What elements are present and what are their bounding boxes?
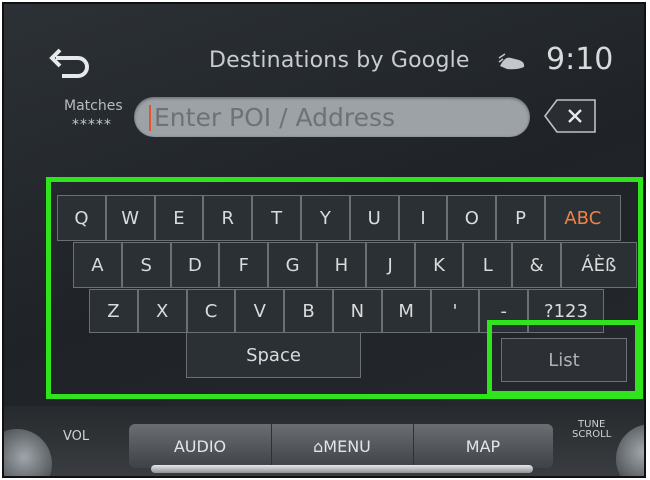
hardware-button-bar: AUDIO ⌂MENU MAP [129,424,553,468]
matches-label: Matches [64,98,123,114]
menu-button[interactable]: ⌂MENU [271,424,414,468]
vol-label: VOL [63,429,90,444]
map-button[interactable]: MAP [413,424,553,468]
chrome-trim [151,465,533,473]
back-arrow-icon [49,48,89,78]
search-input[interactable]: Enter POI / Address [134,97,530,137]
tune-scroll-knob[interactable] [616,424,644,476]
tune-label-line2: SCROLL [572,429,612,440]
backspace-icon [544,99,596,133]
back-button[interactable] [48,44,94,84]
backspace-button[interactable] [543,98,597,134]
infotainment-photo: Destinations by Google 9:10 Matches ****… [2,2,646,478]
matches-count: ***** [72,117,112,133]
search-placeholder: Enter POI / Address [154,103,396,132]
list-highlight-box [487,320,640,396]
text-cursor [149,105,151,131]
clock: 9:10 [546,42,614,77]
tune-scroll-label: TUNE SCROLL [572,420,611,440]
page-title: Destinations by Google [209,48,470,73]
volume-knob[interactable] [4,429,52,476]
navigation-screen: Destinations by Google 9:10 Matches ****… [4,4,644,406]
audio-button[interactable]: AUDIO [129,424,272,468]
phone-status-icon [498,53,525,70]
